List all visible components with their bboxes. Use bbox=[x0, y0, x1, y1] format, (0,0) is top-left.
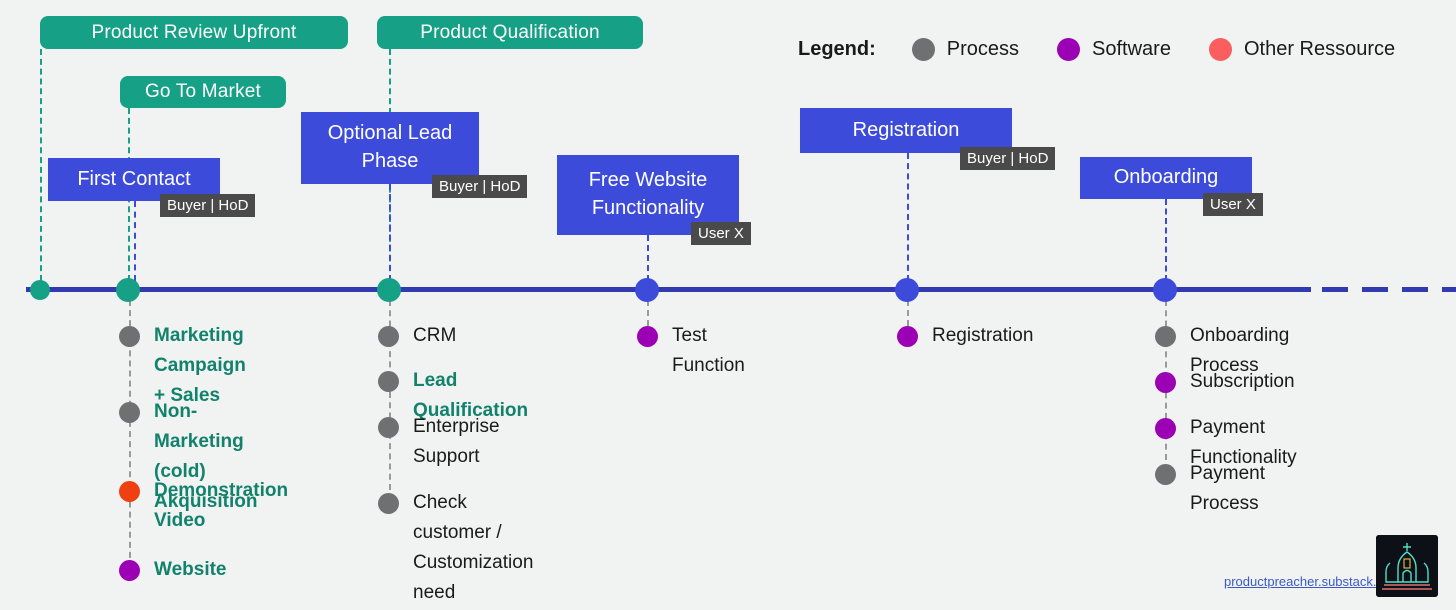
resource-bullet-circle-icon bbox=[378, 417, 399, 438]
milestone-guide-line-4 bbox=[1165, 199, 1167, 281]
milestone-title: Onboarding bbox=[1113, 166, 1219, 189]
resource-bullet-circle-icon bbox=[119, 481, 140, 502]
resource-item-label: Test Function bbox=[672, 325, 745, 376]
timeline-node-2[interactable] bbox=[377, 277, 401, 302]
other-ressource-circle-icon bbox=[1208, 38, 1232, 61]
resource-item-label: CRM bbox=[413, 325, 457, 346]
phase-guide-line-0 bbox=[40, 49, 42, 281]
legend-item-process: Process bbox=[911, 38, 1020, 61]
resource-bullet-circle-icon bbox=[1155, 418, 1176, 439]
phase-pill-0[interactable]: Product Review Upfront bbox=[40, 16, 348, 49]
milestone-guide-line-2 bbox=[647, 235, 649, 281]
phase-pill-1[interactable]: Product Qualification bbox=[377, 16, 643, 49]
role-badge-0: Buyer | HoD bbox=[160, 194, 256, 217]
resource-guide-line-3 bbox=[907, 300, 909, 326]
timeline-node-4[interactable] bbox=[895, 277, 919, 302]
role-badge-3: Buyer | HoD bbox=[960, 147, 1056, 170]
resource-item[interactable]: Demonstration Video bbox=[119, 480, 288, 536]
resource-bullet-circle-icon bbox=[119, 402, 140, 423]
legend-label-other-ressource: Other Ressource bbox=[1243, 38, 1396, 60]
timeline-node-3[interactable] bbox=[635, 277, 659, 302]
productpreacher-church-logo-icon bbox=[1376, 535, 1438, 597]
legend-item-other-ressource: Other Ressource bbox=[1208, 38, 1396, 61]
resource-item[interactable]: Registration bbox=[897, 325, 1033, 351]
timeline-node-5[interactable] bbox=[1153, 277, 1177, 302]
timeline-axis bbox=[26, 287, 1311, 292]
resource-bullet-circle-icon bbox=[119, 560, 140, 581]
footer-link[interactable]: productpreacher.substack.com bbox=[1224, 574, 1401, 589]
milestone-title: First Contact bbox=[77, 167, 191, 190]
milestone-guide-line-3 bbox=[907, 153, 909, 281]
timeline-node-0[interactable] bbox=[30, 279, 50, 300]
phase-pill-2[interactable]: Go To Market bbox=[120, 76, 286, 108]
resource-bullet-circle-icon bbox=[1155, 372, 1176, 393]
resource-item[interactable]: CRM bbox=[378, 325, 456, 351]
milestone-title: Optional Lead Phase bbox=[327, 122, 453, 172]
software-circle-icon bbox=[1057, 38, 1081, 61]
role-badge-4: User X bbox=[1203, 193, 1263, 216]
timeline-node-1[interactable] bbox=[116, 277, 140, 302]
resource-item-label: Subscription bbox=[1190, 371, 1295, 392]
phase-pill-label: Go To Market bbox=[144, 81, 262, 102]
axis-dash-2 bbox=[1402, 287, 1428, 292]
resource-guide-line-2 bbox=[647, 300, 649, 326]
resource-item-label: Registration bbox=[932, 325, 1034, 346]
resource-bullet-circle-icon bbox=[119, 326, 140, 347]
resource-bullet-circle-icon bbox=[378, 371, 399, 392]
resource-item[interactable]: Enterprise Support bbox=[378, 416, 500, 472]
legend-label-process: Process bbox=[946, 38, 1020, 60]
resource-item[interactable]: Website bbox=[119, 559, 227, 585]
legend: Legend: Process Software Other Ressource bbox=[798, 38, 1433, 61]
resource-item[interactable]: Payment Process bbox=[1155, 463, 1265, 519]
resource-item-label: Payment Process bbox=[1190, 463, 1265, 514]
resource-bullet-circle-icon bbox=[1155, 326, 1176, 347]
resource-item[interactable]: Subscription bbox=[1155, 371, 1295, 397]
phase-pill-label: Product Qualification bbox=[420, 21, 600, 43]
milestone-guide-line-1 bbox=[389, 184, 391, 281]
timeline-diagram: Legend: Process Software Other Ressource… bbox=[0, 0, 1456, 610]
resource-bullet-circle-icon bbox=[378, 493, 399, 514]
role-badge-2: User X bbox=[691, 222, 751, 245]
resource-bullet-circle-icon bbox=[378, 326, 399, 347]
milestone-guide-line-0 bbox=[134, 201, 136, 281]
resource-item-label: Website bbox=[154, 559, 227, 580]
resource-item-label: Enterprise Support bbox=[413, 416, 500, 467]
milestone-title: Registration bbox=[852, 118, 960, 141]
axis-dash-1 bbox=[1362, 287, 1388, 292]
resource-item-label: Check customer / Customization need bbox=[413, 492, 534, 603]
resource-item[interactable]: Check customer / Customization need bbox=[378, 492, 533, 608]
resource-bullet-circle-icon bbox=[637, 326, 658, 347]
milestone-title: Free Website Functionality bbox=[588, 169, 708, 219]
milestone-box-1[interactable]: Optional Lead Phase bbox=[301, 112, 479, 184]
legend-title: Legend: bbox=[798, 38, 876, 60]
resource-bullet-circle-icon bbox=[897, 326, 918, 347]
resource-item-label: Demonstration Video bbox=[154, 480, 289, 531]
role-badge-1: Buyer | HoD bbox=[432, 175, 528, 198]
axis-dash-0 bbox=[1322, 287, 1348, 292]
resource-item[interactable]: Test Function bbox=[637, 325, 745, 381]
legend-item-software: Software bbox=[1057, 38, 1171, 61]
resource-bullet-circle-icon bbox=[1155, 464, 1176, 485]
legend-label-software: Software bbox=[1092, 38, 1171, 60]
phase-pill-label: Product Review Upfront bbox=[91, 21, 297, 43]
axis-dash-3 bbox=[1442, 287, 1456, 292]
process-circle-icon bbox=[911, 38, 935, 61]
